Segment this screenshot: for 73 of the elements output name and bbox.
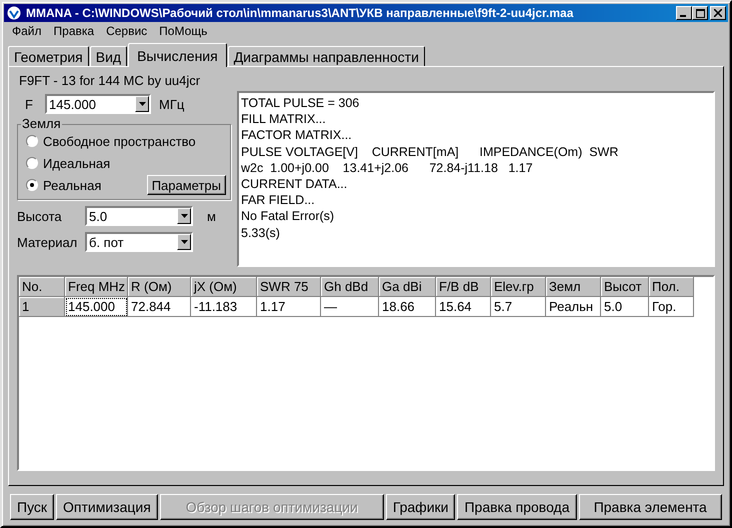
tab[interactable]: Геометрия	[8, 46, 89, 66]
table-cell: -11.183	[191, 297, 257, 317]
row-header: 1	[19, 297, 65, 317]
dropdown-arrow-icon	[180, 214, 188, 218]
output-line: w2c 1.00+j0.00 13.41+j2.06 72.84-j11.18 1.17	[241, 160, 534, 176]
output-line: PULSE VOLTAGE[V] CURRENT[mA] IMPEDANCE(Om) SWR	[241, 144, 620, 160]
column-header[interactable]: Высот	[601, 277, 649, 297]
frequency-dropdown[interactable]: 145.000	[45, 94, 151, 114]
radio-button[interactable]	[26, 157, 38, 169]
radio-label[interactable]: Реальная	[43, 178, 102, 192]
group-title: Земля	[21, 116, 62, 131]
window-title: MMANA - C:\WINDOWS\Рабочий стол\in\mmanarus3\ANT\УКВ направленные\f9ft-2-uu4jcr.maa	[26, 6, 574, 20]
close-icon	[714, 9, 722, 17]
column-header[interactable]: jX (Ом)	[191, 277, 257, 297]
menu-item[interactable]: Сервис	[100, 24, 154, 38]
column-header[interactable]: Gh dBd	[321, 277, 379, 297]
action-button[interactable]: Пуск	[10, 494, 54, 520]
output-line: CURRENT DATA...	[241, 176, 348, 192]
column-header[interactable]: Freq MHz	[65, 277, 128, 297]
maximize-button[interactable]	[692, 6, 708, 20]
output-line: 5.33(s)	[241, 224, 281, 241]
maximize-icon	[696, 8, 704, 18]
dropdown-arrow-icon	[138, 102, 146, 106]
tab[interactable]: Вид	[90, 46, 128, 66]
material-dropdown[interactable]: б. пот	[85, 232, 193, 252]
material-label: Материал	[17, 234, 78, 250]
radio-label[interactable]: Идеальная	[43, 156, 110, 170]
frequency-label: F	[25, 96, 34, 112]
tab[interactable]: Диаграммы направленности	[228, 46, 425, 66]
table-cell: 145.000	[65, 297, 128, 317]
antenna-name: F9FT - 13 for 144 MC by uu4jcr	[19, 73, 202, 88]
column-header[interactable]: Земл	[546, 277, 601, 297]
menu-item[interactable]: ПоМощь	[153, 24, 214, 38]
output-line: TOTAL PULSE = 306	[241, 95, 360, 112]
height-unit: м	[207, 208, 216, 224]
output-line: FAR FIELD...	[241, 192, 316, 208]
radio-button[interactable]	[26, 179, 38, 191]
output-line: FACTOR MATRIX...	[241, 127, 353, 144]
output-line: No Fatal Error(s)	[241, 208, 336, 225]
table-cell: 18.66	[379, 297, 436, 317]
menu-item[interactable]: Файл	[6, 24, 48, 38]
action-button[interactable]: Графики	[386, 494, 456, 520]
radio-button[interactable]	[26, 135, 38, 147]
app-icon	[6, 5, 22, 21]
column-header[interactable]: SWR 75	[257, 277, 321, 297]
column-header[interactable]: Elev.гр	[491, 277, 546, 297]
column-header[interactable]: F/B dB	[436, 277, 491, 297]
menu-item[interactable]: Правка	[48, 24, 100, 38]
tab[interactable]: Вычисления	[128, 43, 227, 67]
column-header[interactable]: No.	[19, 277, 65, 297]
radio-label[interactable]: Свободное пространство	[43, 134, 196, 148]
table-cell: —	[321, 297, 379, 317]
output-line: FILL MATRIX...	[241, 111, 327, 128]
table-cell: Реальн	[546, 297, 601, 317]
action-button[interactable]: Правка провода	[457, 494, 577, 520]
minimize-button[interactable]	[676, 6, 692, 20]
column-header[interactable]: R (Ом)	[128, 277, 191, 297]
table-cell: 15.64	[436, 297, 491, 317]
close-button[interactable]	[710, 6, 726, 20]
action-button[interactable]: Правка элемента	[578, 494, 722, 520]
table-cell: Гор.	[649, 297, 694, 317]
table-cell: 1.17	[257, 297, 321, 317]
column-header[interactable]: Ga dBi	[379, 277, 436, 297]
height-dropdown[interactable]: 5.0	[85, 206, 193, 226]
table-cell: 72.844	[128, 297, 191, 317]
action-button[interactable]: Оптимизация	[56, 494, 158, 520]
column-header[interactable]: Пол.	[649, 277, 694, 297]
dropdown-arrow-icon	[180, 240, 188, 244]
height-label: Высота	[17, 208, 63, 224]
frequency-unit: МГц	[159, 96, 184, 112]
parameters-button[interactable]: Параметры	[146, 175, 226, 195]
table-cell: 5.7	[491, 297, 546, 317]
table-cell: 5.0	[601, 297, 649, 317]
